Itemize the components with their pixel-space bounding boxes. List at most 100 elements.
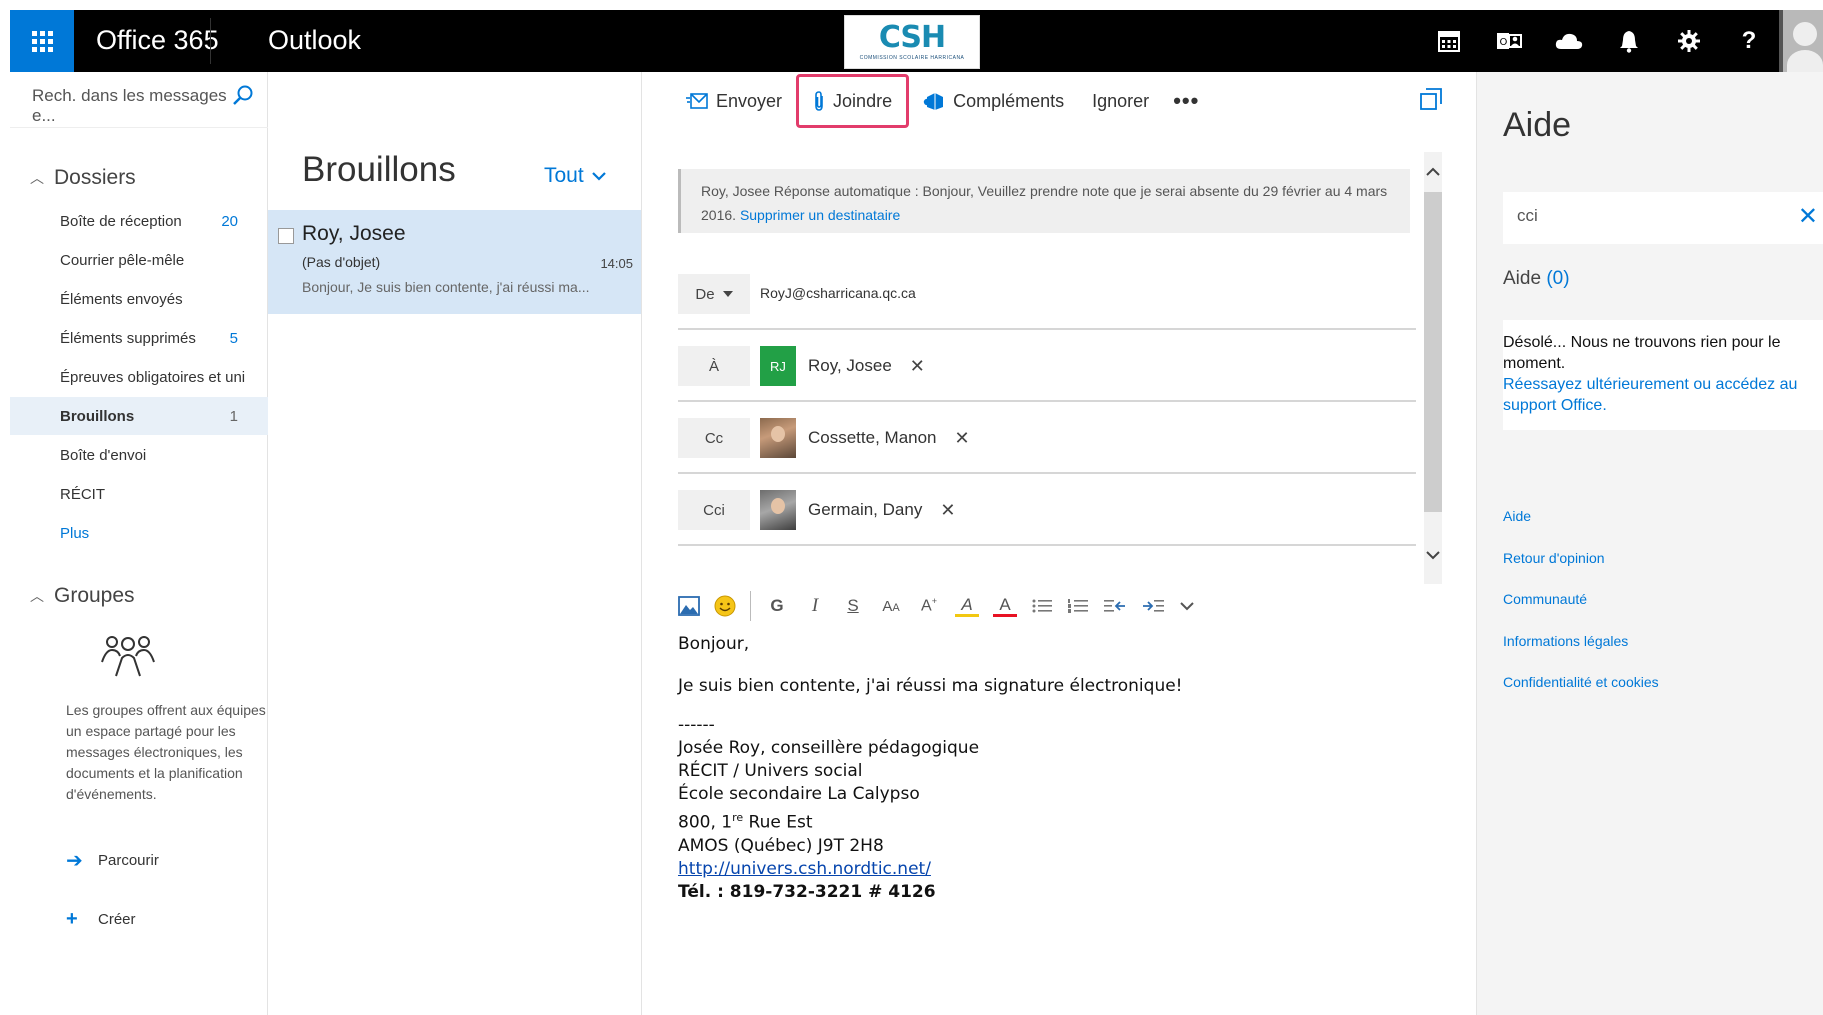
numbering-icon[interactable] — [1067, 598, 1089, 614]
signature-department: RÉCIT / Univers social — [678, 761, 863, 781]
formatting-toolbar: G I S AA A+ A A — [678, 584, 1195, 628]
message-checkbox[interactable] — [278, 228, 294, 244]
to-row: À RJ Roy, Josee ✕ — [678, 332, 1416, 402]
highlight-button[interactable]: A — [955, 595, 979, 617]
more-options-button[interactable]: ••• — [1163, 88, 1209, 114]
help-link-privacy[interactable]: Confidentialité et cookies — [1503, 674, 1659, 690]
chevron-down-icon — [591, 172, 606, 181]
folder-more-link[interactable]: Plus — [10, 514, 268, 552]
mail-search-input[interactable]: Rech. dans les messages e... — [10, 72, 268, 128]
signature-city: AMOS (Québec) J9T 2H8 — [678, 835, 884, 856]
folders-header[interactable]: ︿ Dossiers — [30, 166, 136, 190]
folder-label: Éléments envoyés — [60, 290, 183, 308]
cc-row: Cc Cossette, Manon ✕ — [678, 404, 1416, 474]
bold-button[interactable]: G — [765, 596, 789, 616]
recipient-chip[interactable]: Cossette, Manon ✕ — [760, 418, 970, 458]
retry-support-link[interactable]: Réessayez ultérieurement ou accédez au s… — [1503, 374, 1823, 416]
user-avatar[interactable] — [1779, 10, 1823, 72]
folder-recit[interactable]: RÉCIT — [10, 475, 268, 513]
remove-recipient-icon[interactable]: ✕ — [940, 500, 955, 521]
emoji-icon[interactable] — [714, 595, 736, 617]
send-button[interactable]: Envoyer — [672, 75, 796, 127]
recipient-chip[interactable]: RJ Roy, Josee ✕ — [760, 346, 925, 386]
help-link-feedback[interactable]: Retour d'opinion — [1503, 550, 1605, 566]
recipient-chip[interactable]: Germain, Dany ✕ — [760, 490, 955, 530]
underline-button[interactable]: S — [841, 596, 865, 616]
folder-label: Plus — [60, 524, 90, 542]
help-title: Aide — [1503, 106, 1572, 144]
help-link-community[interactable]: Communauté — [1503, 591, 1587, 607]
grow-font-button[interactable]: A+ — [917, 596, 941, 615]
help-pane: Aide cci ✕ Aide (0) Désolé... Nous ne tr… — [1476, 72, 1823, 1015]
paperclip-icon — [815, 91, 823, 111]
create-group-button[interactable]: + Créer — [66, 908, 136, 931]
header-scrollbar-thumb[interactable] — [1424, 192, 1442, 512]
browse-groups-button[interactable]: ➔ Parcourir — [66, 848, 159, 873]
more-formatting-chevron-icon[interactable] — [1179, 600, 1195, 612]
message-list-item[interactable]: Roy, Josee (Pas d'objet) 14:05 Bonjour, … — [268, 210, 641, 314]
message-preview: Bonjour, Je suis bien contente, j'ai réu… — [302, 279, 590, 295]
send-icon — [686, 93, 708, 109]
folder-deleted[interactable]: Éléments supprimés 5 — [10, 319, 268, 357]
folder-sent[interactable]: Éléments envoyés — [10, 280, 268, 318]
insert-picture-icon[interactable] — [678, 596, 700, 616]
folder-epreuves[interactable]: Épreuves obligatoires et uni — [10, 358, 268, 396]
italic-button[interactable]: I — [803, 595, 827, 617]
no-results-message: Désolé... Nous ne trouvons rien pour le … — [1503, 320, 1823, 430]
folder-count: 5 — [229, 329, 238, 347]
message-body-editor[interactable]: Bonjour, Je suis bien contente, j'ai réu… — [678, 634, 1418, 904]
attach-button[interactable]: Joindre — [796, 74, 910, 128]
discard-button[interactable]: Ignorer — [1078, 75, 1163, 127]
bcc-button[interactable]: Cci — [678, 490, 750, 530]
from-row: De RoyJ@csharricana.qc.ca — [678, 260, 1416, 330]
scroll-down-icon[interactable] — [1426, 550, 1440, 560]
remove-recipient-icon[interactable]: ✕ — [955, 428, 970, 449]
folder-inbox[interactable]: Boîte de réception 20 — [10, 202, 268, 240]
signature-website-link[interactable]: http://univers.csh.nordtic.net/ — [678, 859, 931, 879]
onedrive-icon[interactable] — [1539, 10, 1599, 72]
search-icon[interactable] — [232, 84, 254, 106]
help-icon[interactable]: ? — [1719, 10, 1779, 72]
remove-recipient-link[interactable]: Supprimer un destinataire — [740, 207, 900, 223]
addins-icon — [923, 93, 944, 110]
popout-icon[interactable] — [1420, 88, 1442, 110]
folder-outbox[interactable]: Boîte d'envoi — [10, 436, 268, 474]
signature-address: 800, 1re Rue Est — [678, 806, 1418, 835]
app-title[interactable]: Outlook — [268, 25, 361, 56]
browse-groups-label: Parcourir — [98, 852, 159, 869]
help-link-legal[interactable]: Informations légales — [1503, 633, 1628, 649]
help-link-aide[interactable]: Aide — [1503, 508, 1531, 524]
font-size-button[interactable]: AA — [879, 598, 903, 615]
increase-indent-icon[interactable] — [1141, 598, 1165, 614]
automatic-reply-notice: Roy, Josee Réponse automatique : Bonjour… — [678, 169, 1410, 233]
folder-drafts[interactable]: Brouillons 1 — [10, 397, 268, 435]
groups-header[interactable]: ︿ Groupes — [30, 584, 135, 608]
calendar-icon[interactable] — [1419, 10, 1479, 72]
bell-icon[interactable] — [1599, 10, 1659, 72]
gear-icon[interactable] — [1659, 10, 1719, 72]
cc-button[interactable]: Cc — [678, 418, 750, 458]
addins-button[interactable]: Compléments — [909, 75, 1078, 127]
help-search-input[interactable]: cci ✕ — [1503, 192, 1823, 244]
font-color-button[interactable]: A — [993, 595, 1017, 617]
people-icon[interactable]: O — [1479, 10, 1539, 72]
clear-search-icon[interactable]: ✕ — [1798, 202, 1818, 231]
folder-count: 1 — [229, 407, 238, 425]
help-results-header: Aide (0) — [1503, 268, 1570, 290]
scroll-up-icon[interactable] — [1426, 167, 1440, 177]
from-dropdown-button[interactable]: De — [678, 274, 750, 314]
signature-separator: ------ — [678, 715, 715, 735]
app-launcher-button[interactable] — [10, 10, 74, 72]
to-button[interactable]: À — [678, 346, 750, 386]
recipient-initials: RJ — [760, 346, 796, 386]
filter-dropdown[interactable]: Tout — [544, 164, 606, 188]
folder-title: Brouillons — [302, 150, 456, 189]
plus-icon: + — [66, 908, 78, 930]
brand-title[interactable]: Office 365 — [96, 25, 219, 56]
folder-clutter[interactable]: Courrier pêle-mêle — [10, 241, 268, 279]
bullets-icon[interactable] — [1031, 598, 1053, 614]
decrease-indent-icon[interactable] — [1103, 598, 1127, 614]
svg-text:O: O — [1500, 37, 1508, 48]
remove-recipient-icon[interactable]: ✕ — [910, 356, 925, 377]
folder-label: Boîte de réception — [60, 212, 182, 230]
